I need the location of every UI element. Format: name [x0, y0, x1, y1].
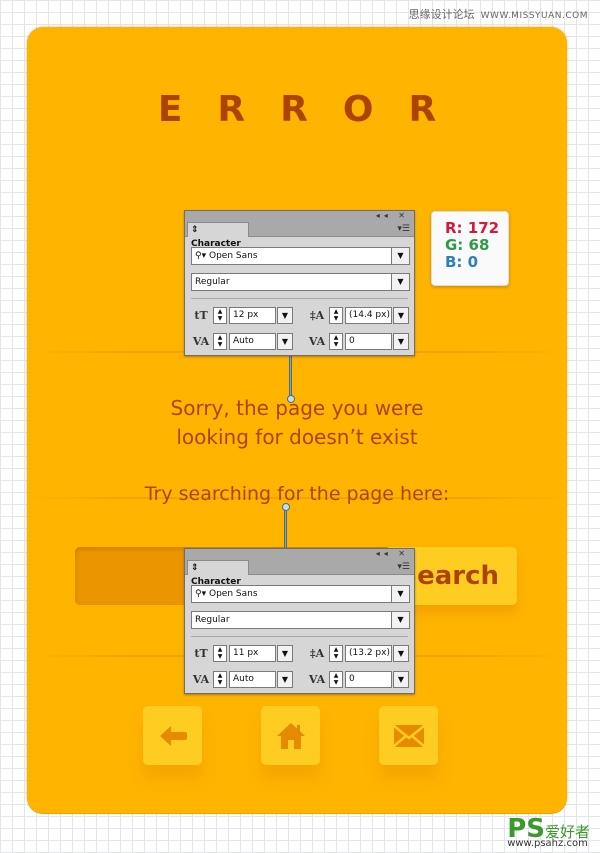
contact-button[interactable] [379, 706, 438, 765]
stepper[interactable]: ▲ ▼ [213, 333, 227, 350]
leading-control[interactable]: ‡A ▲ ▼ (13.2 px) ▼ [307, 645, 411, 662]
leading-control[interactable]: ‡A ▲ ▼ (14.4 px) ▼ [307, 307, 411, 324]
dropdown-arrow-icon[interactable]: ▼ [391, 586, 409, 602]
panel-collapse-close-icons[interactable]: ◂◂ ✕ [376, 549, 409, 558]
font-size-control[interactable]: tT ▲ ▼ 11 px ▼ [191, 645, 295, 662]
connector-line [289, 356, 292, 398]
panel-menu-icon[interactable]: ▾☰ [397, 562, 410, 572]
dropdown-arrow-icon[interactable]: ▼ [277, 645, 293, 662]
rgb-red-value: R: 172 [445, 219, 500, 237]
watermark-site-name: 思缘设计论坛 [408, 8, 475, 21]
dropdown-arrow-icon[interactable]: ▼ [277, 333, 293, 350]
rgb-green-value: G: 68 [445, 236, 490, 254]
stepper[interactable]: ▲ ▼ [329, 645, 343, 662]
stepper[interactable]: ▲ ▼ [213, 671, 227, 688]
font-size-icon: tT [194, 647, 208, 660]
watermark-top: 思缘设计论坛 WWW.MISSYUAN.COM [409, 6, 588, 22]
home-icon [276, 722, 305, 749]
error-title: ERROR [157, 89, 472, 130]
error-message: Sorry, the page you were looking for doe… [27, 394, 567, 452]
search-icon: ⚲▾ [195, 251, 207, 261]
search-prompt: Try searching for the page here: [144, 483, 450, 505]
search-icon: ⚲▾ [195, 589, 207, 599]
font-family-field[interactable]: ⚲▾ Open Sans ▼ [191, 585, 410, 603]
dropdown-arrow-icon[interactable]: ▼ [393, 333, 409, 350]
stepper[interactable]: ▲ ▼ [329, 307, 343, 324]
divider [191, 636, 408, 637]
font-size-control[interactable]: tT ▲ ▼ 12 px ▼ [191, 307, 295, 324]
rgb-color-callout: R: 172 G: 68 B: 0 [431, 211, 509, 286]
leading-icon: ‡A [309, 309, 325, 322]
dropdown-arrow-icon[interactable]: ▼ [393, 671, 409, 688]
watermark-url: www.psahz.com [507, 838, 588, 849]
error-card: ERROR Sorry, the page you were looking f… [27, 27, 567, 813]
arrow-left-icon [159, 725, 187, 746]
kerning-control[interactable]: VA ▲ ▼ Auto ▼ [191, 333, 295, 350]
rgb-blue-value: B: 0 [445, 253, 479, 271]
character-panel: ◂◂ ✕ ⇕ Character ▾☰ ⚲▾ Open Sans ▼ Regul… [184, 210, 415, 356]
dropdown-arrow-icon[interactable]: ▼ [277, 671, 293, 688]
dropdown-arrow-icon[interactable]: ▼ [391, 248, 409, 264]
leading-icon: ‡A [309, 647, 325, 660]
tracking-icon: VA [308, 673, 326, 686]
stepper[interactable]: ▲ ▼ [213, 307, 227, 324]
dropdown-arrow-icon[interactable]: ▼ [393, 307, 409, 324]
stepper[interactable]: ▲ ▼ [329, 671, 343, 688]
dropdown-arrow-icon[interactable]: ▼ [277, 307, 293, 324]
connector-dot [282, 503, 290, 511]
font-style-field[interactable]: Regular ▼ [191, 611, 410, 629]
stepper[interactable]: ▲ ▼ [213, 645, 227, 662]
home-button[interactable] [261, 706, 320, 765]
panel-menu-icon[interactable]: ▾☰ [397, 224, 410, 234]
kerning-control[interactable]: VA ▲ ▼ Auto ▼ [191, 671, 295, 688]
kerning-icon: VA [192, 335, 210, 348]
connector-line [284, 508, 287, 548]
tracking-control[interactable]: VA ▲ ▼ 0 ▼ [307, 671, 411, 688]
font-size-icon: tT [194, 309, 208, 322]
panel-collapse-close-icons[interactable]: ◂◂ ✕ [376, 211, 409, 220]
watermark-url: WWW.MISSYUAN.COM [480, 11, 588, 21]
watermark-bottom: PS爱好者 www.psahz.com [507, 814, 590, 849]
tracking-control[interactable]: VA ▲ ▼ 0 ▼ [307, 333, 411, 350]
dropdown-arrow-icon[interactable]: ▼ [393, 645, 409, 662]
error-message-line2: looking for doesn’t exist [176, 425, 418, 449]
dropdown-arrow-icon[interactable]: ▼ [391, 274, 409, 290]
envelope-icon [392, 724, 425, 747]
connector-dot [287, 395, 295, 403]
tab-character[interactable]: ⇕ Character [187, 222, 249, 249]
font-family-field[interactable]: ⚲▾ Open Sans ▼ [191, 247, 410, 265]
font-style-field[interactable]: Regular ▼ [191, 273, 410, 291]
tracking-icon: VA [308, 335, 326, 348]
dropdown-arrow-icon[interactable]: ▼ [391, 612, 409, 628]
error-message-line1: Sorry, the page you were [170, 396, 424, 420]
divider [191, 298, 408, 299]
kerning-icon: VA [192, 673, 210, 686]
stepper[interactable]: ▲ ▼ [329, 333, 343, 350]
back-button[interactable] [143, 706, 202, 765]
tab-character[interactable]: ⇕ Character [187, 560, 249, 587]
character-panel: ◂◂ ✕ ⇕ Character ▾☰ ⚲▾ Open Sans ▼ Regul… [184, 548, 415, 694]
